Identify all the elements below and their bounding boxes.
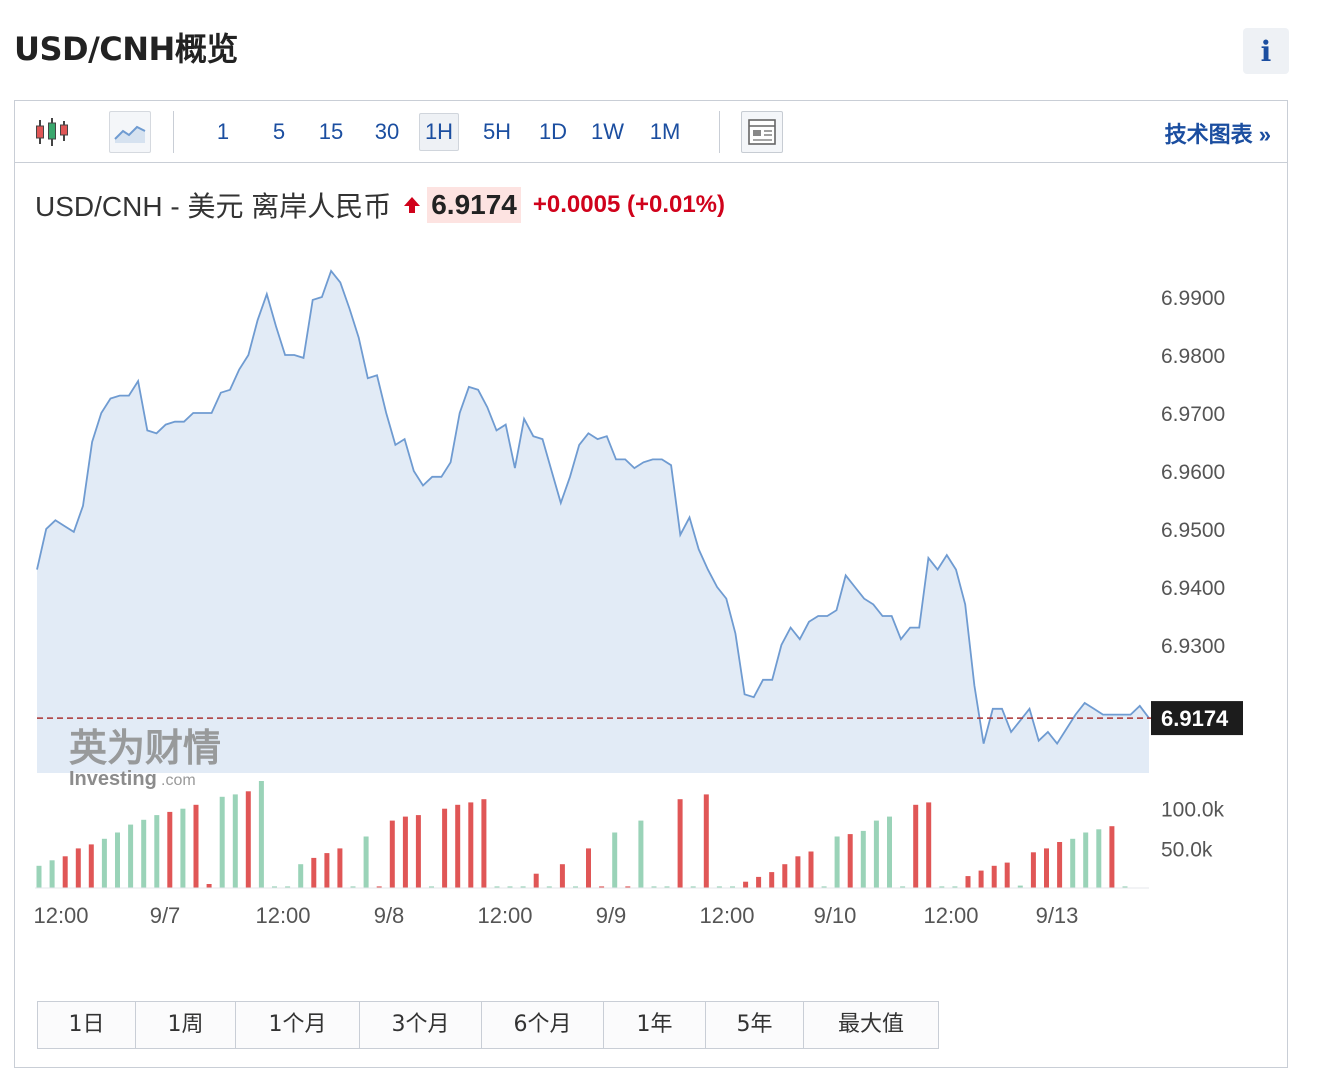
volume-bar — [36, 865, 42, 888]
volume-bar — [965, 876, 971, 888]
time-tick-label: 12:00 — [33, 903, 88, 928]
volume-bar — [926, 802, 932, 888]
range-button[interactable]: 3个月 — [360, 1002, 482, 1048]
watermark-text: Investing — [69, 768, 157, 790]
range-button[interactable]: 1日 — [38, 1002, 136, 1048]
volume-bar — [455, 804, 461, 889]
volume-bar — [743, 881, 749, 888]
volume-bar — [180, 808, 186, 888]
range-button[interactable]: 最大值 — [804, 1002, 938, 1048]
volume-bar — [834, 836, 840, 888]
volume-bar — [991, 865, 997, 888]
volume-bar — [415, 815, 421, 888]
watermark-suffix: .com — [161, 772, 196, 789]
volume-bar — [612, 832, 618, 888]
price-tick-label: 6.9500 — [1161, 519, 1225, 542]
price-tick-label: 6.9300 — [1161, 635, 1225, 658]
volume-bar — [1004, 862, 1010, 888]
range-button[interactable]: 6个月 — [482, 1002, 604, 1048]
volume-bar — [1070, 838, 1076, 888]
volume-bar — [586, 848, 591, 888]
volume-bar — [115, 832, 120, 888]
volume-bar — [533, 873, 539, 888]
volume-bar — [756, 876, 762, 888]
volume-bar — [808, 851, 814, 888]
volume-bar — [769, 872, 775, 888]
time-tick-label: 9/8 — [374, 903, 405, 928]
volume-bar — [442, 808, 448, 888]
volume-bar — [1044, 848, 1049, 888]
price-tick-label: 6.9400 — [1161, 577, 1225, 600]
volume-bar — [1057, 842, 1063, 888]
volume-bar — [49, 860, 55, 889]
volume-bar — [258, 781, 264, 888]
volume-bar — [978, 870, 984, 888]
volume-bar — [219, 796, 225, 888]
volume-bar — [88, 844, 94, 888]
page-title: USD/CNH概览 — [14, 30, 238, 68]
volume-bar — [1030, 852, 1036, 888]
range-button[interactable]: 5年 — [706, 1002, 804, 1048]
volume-bar — [62, 856, 68, 888]
volume-bar — [559, 864, 565, 888]
volume-bar — [298, 864, 304, 888]
volume-bar — [703, 794, 709, 888]
volume-bar — [402, 816, 408, 888]
time-tick-label: 9/7 — [150, 903, 181, 928]
volume-bar — [128, 824, 134, 888]
chart-widget: 1 5 15 30 1H 5H 1D 1W 1M 技术图表 » USD/CNH - 美元 离岸人… — [14, 100, 1288, 1068]
price-tick-label: 6.9900 — [1161, 287, 1225, 310]
volume-bar — [795, 856, 801, 888]
volume-bar — [245, 791, 251, 888]
volume-bar — [860, 830, 866, 888]
volume-bar — [311, 857, 317, 888]
volume-bar — [101, 838, 107, 888]
volume-bar — [141, 819, 147, 888]
price-tick-label: 6.9700 — [1161, 403, 1225, 426]
time-tick-label: 12:00 — [923, 903, 978, 928]
volume-bar — [232, 794, 238, 888]
volume-bar — [913, 804, 919, 889]
volume-bar — [638, 820, 644, 888]
volume-bar — [324, 853, 330, 888]
time-tick-label: 9/13 — [1036, 903, 1079, 928]
volume-bar — [167, 811, 173, 888]
volume-bar — [847, 834, 853, 888]
volume-bar — [75, 848, 81, 888]
volume-bar — [1109, 826, 1115, 888]
price-tick-label: 6.9800 — [1161, 345, 1225, 368]
price-tick-label: 6.9600 — [1161, 461, 1225, 484]
time-tick-label: 12:00 — [477, 903, 532, 928]
volume-bar — [206, 884, 212, 888]
volume-bar — [887, 816, 892, 888]
volume-bar — [363, 836, 369, 888]
volume-bar — [389, 820, 395, 888]
range-button[interactable]: 1年 — [604, 1002, 706, 1048]
range-selector: 1日 1周 1个月 3个月 6个月 1年 5年 最大值 — [37, 1001, 939, 1049]
price-chart[interactable]: 英为财情Investing .com 6.9900 6.9800 6.9700 6.960… — [15, 101, 1287, 991]
time-tick-label: 12:00 — [699, 903, 754, 928]
volume-bar — [337, 848, 343, 888]
time-tick-label: 12:00 — [255, 903, 310, 928]
volume-bar — [468, 802, 474, 888]
volume-tick-label: 50.0k — [1161, 838, 1213, 861]
time-tick-label: 9/10 — [814, 903, 857, 928]
range-button[interactable]: 1个月 — [236, 1002, 360, 1048]
volume-bar — [193, 804, 199, 889]
volume-bar — [782, 864, 788, 888]
range-button[interactable]: 1周 — [136, 1002, 236, 1048]
volume-bar — [154, 815, 160, 888]
volume-bar — [873, 820, 879, 888]
volume-bar — [677, 799, 683, 888]
volume-bar — [1083, 832, 1089, 888]
info-button[interactable]: i — [1243, 28, 1289, 74]
volume-bar — [481, 799, 487, 888]
current-price-label: 6.9174 — [1161, 706, 1229, 731]
watermark-logo: 英为财情 — [69, 726, 221, 770]
time-tick-label: 9/9 — [596, 903, 627, 928]
volume-bar — [1096, 829, 1102, 888]
volume-tick-label: 100.0k — [1161, 799, 1225, 822]
